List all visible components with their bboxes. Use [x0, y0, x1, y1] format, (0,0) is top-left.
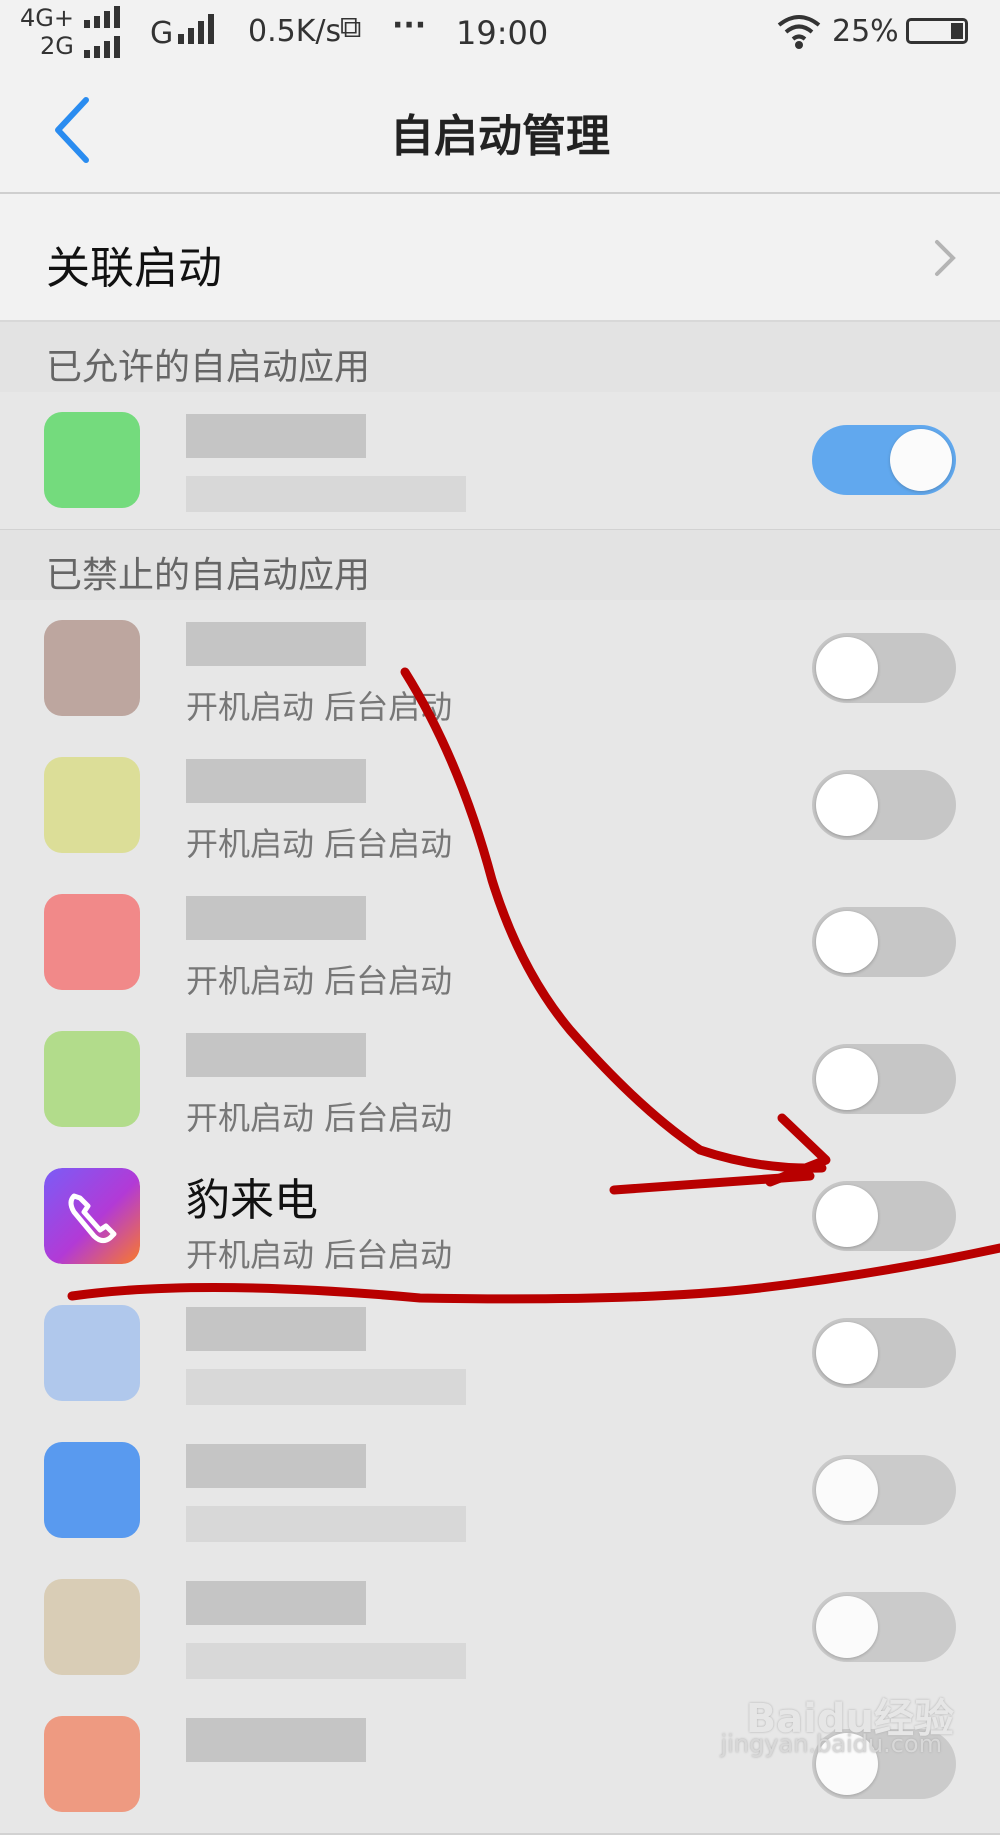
autostart-toggle[interactable]: [812, 633, 956, 703]
net-speed: 0.5K/s: [248, 14, 342, 49]
app-icon: [44, 757, 140, 853]
app-sub-blurred: [186, 1643, 466, 1679]
section-forbidden-label: 已禁止的自启动应用: [46, 555, 371, 596]
app-name-blurred: [186, 1033, 366, 1077]
screenshot-icon: ⧉: [340, 10, 362, 45]
app-row: 开机启动 后台启动: [0, 737, 1000, 876]
section-forbidden-header: 已禁止的自启动应用: [0, 530, 1000, 600]
app-icon: [44, 1031, 140, 1127]
app-name-blurred: [186, 1581, 366, 1625]
toggle-knob: [816, 1048, 878, 1110]
app-row-baolaidian: 豹来电 开机启动 后台启动: [0, 1148, 1000, 1287]
toggle-knob: [890, 429, 952, 491]
app-row: [0, 1422, 1000, 1561]
signal-icon-3: [178, 14, 214, 44]
app-header: 自启动管理: [0, 64, 1000, 194]
app-name-blurred: [186, 622, 366, 666]
more-dots: ···: [392, 8, 427, 43]
app-sub-blurred: [186, 476, 466, 512]
app-row: [0, 1559, 1000, 1698]
app-row: 开机启动 后台启动: [0, 1011, 1000, 1150]
toggle-knob: [816, 637, 878, 699]
app-icon: [44, 412, 140, 508]
battery-icon: [906, 18, 968, 44]
autostart-toggle[interactable]: [812, 1455, 956, 1525]
section-allowed-header: 已允许的自启动应用: [0, 322, 1000, 392]
autostart-toggle[interactable]: [812, 1592, 956, 1662]
autostart-toggle[interactable]: [812, 1318, 956, 1388]
toggle-knob: [816, 1185, 878, 1247]
network-2g-label: 2G: [40, 32, 74, 60]
app-icon: [44, 1579, 140, 1675]
network-g-label: G: [150, 16, 174, 51]
app-subtitle: 开机启动 后台启动: [186, 962, 453, 1000]
app-icon: [44, 1305, 140, 1401]
associated-launch-item[interactable]: 关联启动: [0, 194, 1000, 322]
battery-percent: 25%: [832, 14, 899, 49]
chevron-right-icon: [935, 240, 956, 276]
app-subtitle: 开机启动 后台启动: [186, 825, 453, 863]
app-name-blurred: [186, 1444, 366, 1488]
associated-launch-label: 关联启动: [46, 243, 222, 294]
autostart-toggle[interactable]: [812, 770, 956, 840]
autostart-toggle[interactable]: [812, 1181, 956, 1251]
app-subtitle: 开机启动 后台启动: [186, 1099, 453, 1137]
app-row: [0, 392, 1000, 531]
watermark-url: jingyan.baidu.com: [720, 1730, 942, 1758]
autostart-toggle[interactable]: [812, 907, 956, 977]
app-name-blurred: [186, 1307, 366, 1351]
network-4g-label: 4G+: [20, 4, 74, 32]
wifi-icon: [777, 15, 821, 49]
app-subtitle: 开机启动 后台启动: [186, 688, 453, 726]
app-sub-blurred: [186, 1369, 466, 1405]
app-row: [0, 1285, 1000, 1424]
app-subtitle: 开机启动 后台启动: [186, 1236, 453, 1274]
phone-app-icon: [44, 1168, 140, 1264]
status-bar: 4G+ 2G G 0.5K/s ⧉ ··· 19:00 25%: [0, 0, 1000, 64]
autostart-toggle[interactable]: [812, 1044, 956, 1114]
page-title: 自启动管理: [390, 111, 610, 162]
section-allowed-label: 已允许的自启动应用: [46, 347, 371, 388]
app-name-blurred: [186, 896, 366, 940]
app-row: 开机启动 后台启动: [0, 874, 1000, 1013]
toggle-knob: [816, 1322, 878, 1384]
app-name-blurred: [186, 1718, 366, 1762]
app-name-blurred: [186, 759, 366, 803]
app-icon: [44, 1716, 140, 1812]
signal-icon-2: [84, 36, 120, 58]
app-name-blurred: [186, 414, 366, 458]
app-icon: [44, 894, 140, 990]
autostart-toggle[interactable]: [812, 425, 956, 495]
toggle-knob: [816, 1459, 878, 1521]
app-icon: [44, 620, 140, 716]
signal-icon: [84, 6, 120, 28]
app-sub-blurred: [186, 1506, 466, 1542]
app-name: 豹来电: [186, 1175, 318, 1226]
toggle-knob: [816, 774, 878, 836]
clock: 19:00: [456, 14, 549, 52]
toggle-knob: [816, 911, 878, 973]
app-row: 开机启动 后台启动: [0, 600, 1000, 739]
toggle-knob: [816, 1596, 878, 1658]
app-icon: [44, 1442, 140, 1538]
